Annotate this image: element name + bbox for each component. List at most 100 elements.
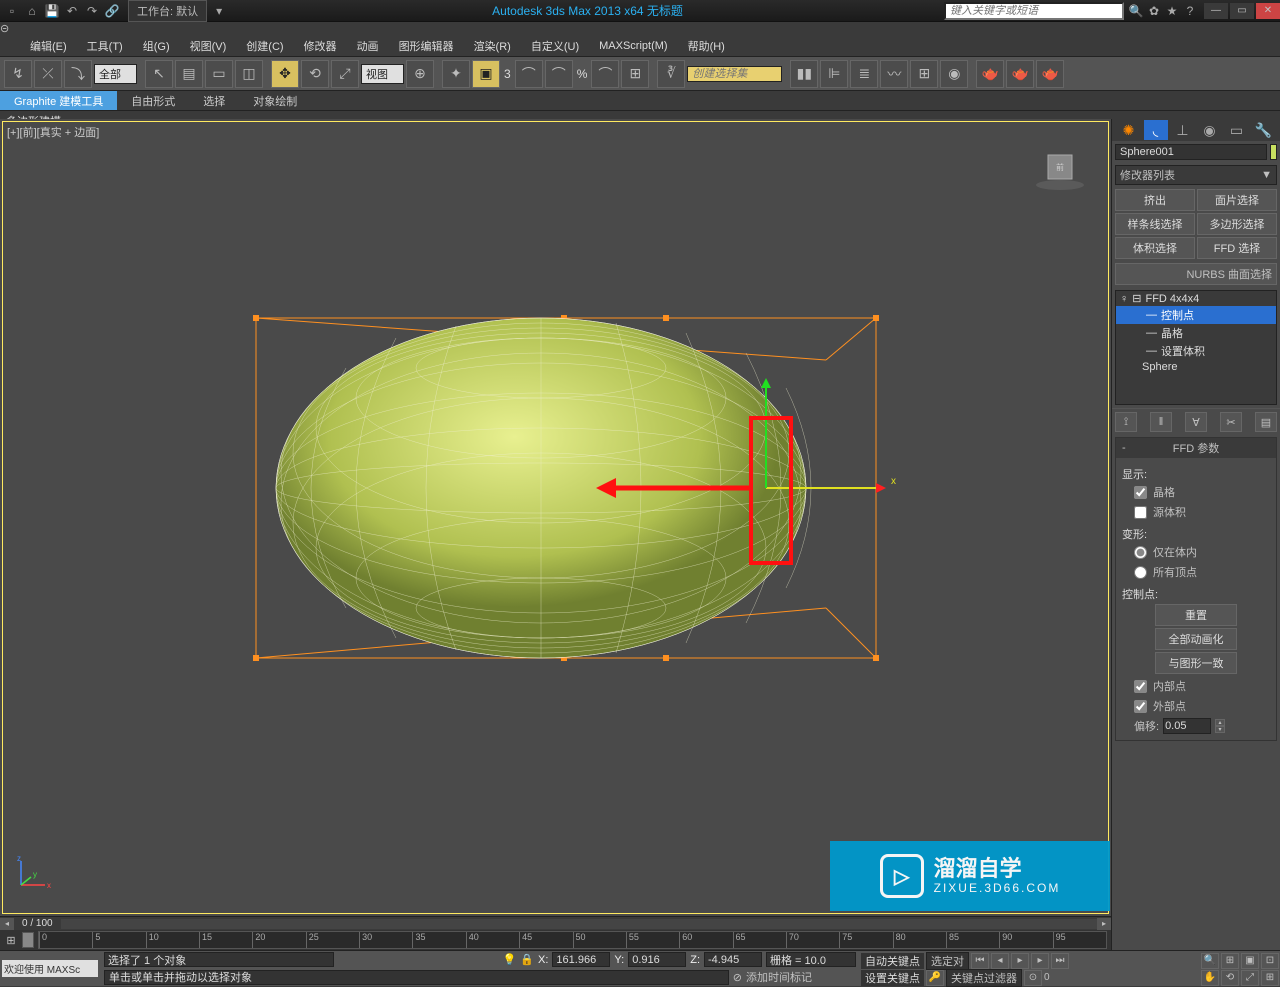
object-name-input[interactable]: [1115, 144, 1267, 160]
menu-渲染(R)[interactable]: 渲染(R): [474, 38, 511, 54]
timeline-config-icon[interactable]: ⊞: [0, 931, 22, 949]
menu-编辑(E)[interactable]: 编辑(E): [30, 38, 67, 54]
object-color-swatch[interactable]: [1270, 144, 1277, 160]
redo-icon[interactable]: ↷: [84, 3, 100, 19]
menu-工具(T)[interactable]: 工具(T): [87, 38, 123, 54]
ribbon-tab[interactable]: 选择: [189, 91, 239, 110]
angle-snap-icon[interactable]: ⌒: [515, 60, 543, 88]
spin-down[interactable]: ▾: [1215, 726, 1225, 733]
help-icon[interactable]: ?: [1182, 3, 1198, 19]
layers-icon[interactable]: ≣: [850, 60, 878, 88]
open-icon[interactable]: ⌂: [24, 3, 40, 19]
nurbs-button[interactable]: NURBS 曲面选择: [1115, 263, 1277, 285]
bind-icon[interactable]: ⤵: [64, 60, 92, 88]
spinner-snap-icon[interactable]: ⌒: [591, 60, 619, 88]
hierarchy-tab-icon[interactable]: ⊥: [1171, 120, 1195, 140]
fov-icon[interactable]: ▣: [1241, 953, 1259, 969]
conform-button[interactable]: 与图形一致: [1155, 652, 1237, 674]
play-icon[interactable]: ▸: [1011, 953, 1029, 969]
add-time-tag[interactable]: 添加时间标记: [746, 969, 856, 985]
rollout-header[interactable]: -FFD 参数: [1116, 438, 1276, 458]
time-slider[interactable]: [22, 932, 34, 948]
offset-input[interactable]: [1163, 718, 1211, 734]
named-sel-icon[interactable]: ∛: [657, 60, 685, 88]
select-link-icon[interactable]: ↯: [4, 60, 32, 88]
workspace-dd-icon[interactable]: ▾: [211, 3, 227, 19]
material-icon[interactable]: ◉: [940, 60, 968, 88]
menu-帮助(H)[interactable]: 帮助(H): [688, 38, 725, 54]
stack-sphere[interactable]: Sphere: [1116, 360, 1276, 374]
in-volume-radio[interactable]: 仅在体内: [1122, 542, 1270, 562]
next-frame-icon[interactable]: ▸: [1031, 953, 1049, 969]
viewcube[interactable]: 前: [1032, 147, 1088, 192]
schematic-icon[interactable]: ⊞: [910, 60, 938, 88]
mirror-icon[interactable]: ▮▮: [790, 60, 818, 88]
dolly-icon[interactable]: ⤢: [1241, 970, 1259, 986]
select-icon[interactable]: ↖: [145, 60, 173, 88]
time-tag-icon[interactable]: ⊘: [733, 971, 742, 984]
select-name-icon[interactable]: ▤: [175, 60, 203, 88]
time-config-icon[interactable]: ⊙: [1024, 970, 1042, 986]
prev-frame-icon[interactable]: ◂: [991, 953, 1009, 969]
edged-icon[interactable]: ⊞: [621, 60, 649, 88]
ribbon-tab[interactable]: Graphite 建模工具: [0, 91, 117, 110]
save-icon[interactable]: 💾: [44, 3, 60, 19]
stack-ffd[interactable]: ♀⊟FFD 4x4x4: [1116, 291, 1276, 306]
search-input[interactable]: [944, 2, 1124, 20]
sphere-object[interactable]: x: [196, 278, 916, 758]
motion-tab-icon[interactable]: ◉: [1198, 120, 1222, 140]
create-tab-icon[interactable]: ✺: [1117, 120, 1141, 140]
select-rect-icon[interactable]: ▭: [205, 60, 233, 88]
move-icon[interactable]: ✥: [271, 60, 299, 88]
link-icon[interactable]: 🔗: [104, 3, 120, 19]
new-icon[interactable]: ▫: [4, 3, 20, 19]
display-tab-icon[interactable]: ▭: [1225, 120, 1249, 140]
window-crossing-icon[interactable]: ◫: [235, 60, 263, 88]
z-coord[interactable]: -4.945: [704, 952, 762, 967]
unlink-icon[interactable]: ⤫: [34, 60, 62, 88]
modifier-button[interactable]: 样条线选择: [1115, 213, 1195, 235]
named-selection-set[interactable]: [687, 66, 782, 82]
inner-pts-checkbox[interactable]: 内部点: [1122, 676, 1270, 696]
animate-all-button[interactable]: 全部动画化: [1155, 628, 1237, 650]
modify-tab-icon[interactable]: ◟: [1144, 120, 1168, 140]
zoom-icon[interactable]: 🔍: [1201, 953, 1219, 969]
outer-pts-checkbox[interactable]: 外部点: [1122, 696, 1270, 716]
orbit-icon[interactable]: ⟲: [1221, 970, 1239, 986]
autokey-button[interactable]: 自动关键点: [861, 953, 924, 969]
search-go-icon[interactable]: 🔍: [1128, 3, 1144, 19]
goto-end-icon[interactable]: ⏭: [1051, 953, 1069, 969]
frame-input[interactable]: 0: [1044, 972, 1074, 983]
scale-icon[interactable]: ⤢: [331, 60, 359, 88]
lock2-icon[interactable]: 🔒: [520, 953, 534, 966]
menu-图形编辑器[interactable]: 图形编辑器: [399, 38, 454, 54]
pin-stack-icon[interactable]: ⟟: [1115, 412, 1137, 432]
ref-coord-dd[interactable]: 视图: [361, 64, 404, 84]
render-frame-icon[interactable]: 🫖: [1006, 60, 1034, 88]
align-icon[interactable]: ⊫: [820, 60, 848, 88]
menu-修改器[interactable]: 修改器: [304, 38, 337, 54]
configure-icon[interactable]: ▤: [1255, 412, 1277, 432]
pivot-icon[interactable]: ⊕: [406, 60, 434, 88]
reset-button[interactable]: 重置: [1155, 604, 1237, 626]
undo-icon[interactable]: ↶: [64, 3, 80, 19]
utilities-tab-icon[interactable]: 🔧: [1252, 120, 1276, 140]
stack-lattice[interactable]: ―晶格: [1116, 324, 1276, 342]
stack-set-volume[interactable]: ―设置体积: [1116, 342, 1276, 360]
unique-icon[interactable]: ∀: [1185, 412, 1207, 432]
maximize-button[interactable]: ▭: [1230, 3, 1254, 19]
remove-mod-icon[interactable]: ✂: [1220, 412, 1242, 432]
manip-icon[interactable]: ✦: [442, 60, 470, 88]
modifier-button[interactable]: 面片选择: [1197, 189, 1277, 211]
scroll-left-icon[interactable]: ◂: [0, 918, 14, 930]
curve-editor-icon[interactable]: 〰: [880, 60, 908, 88]
snap-icon[interactable]: ▣: [472, 60, 500, 88]
menu-组(G)[interactable]: 组(G): [143, 38, 170, 54]
stack-control-points[interactable]: ―控制点: [1116, 306, 1276, 324]
percent-snap-icon[interactable]: ⌒: [545, 60, 573, 88]
modifier-button[interactable]: 挤出: [1115, 189, 1195, 211]
y-coord[interactable]: 0.916: [628, 952, 686, 967]
menu-动画[interactable]: 动画: [357, 38, 379, 54]
menu-MAXScript(M)[interactable]: MAXScript(M): [599, 40, 667, 52]
close-button[interactable]: ✕: [1256, 3, 1280, 19]
